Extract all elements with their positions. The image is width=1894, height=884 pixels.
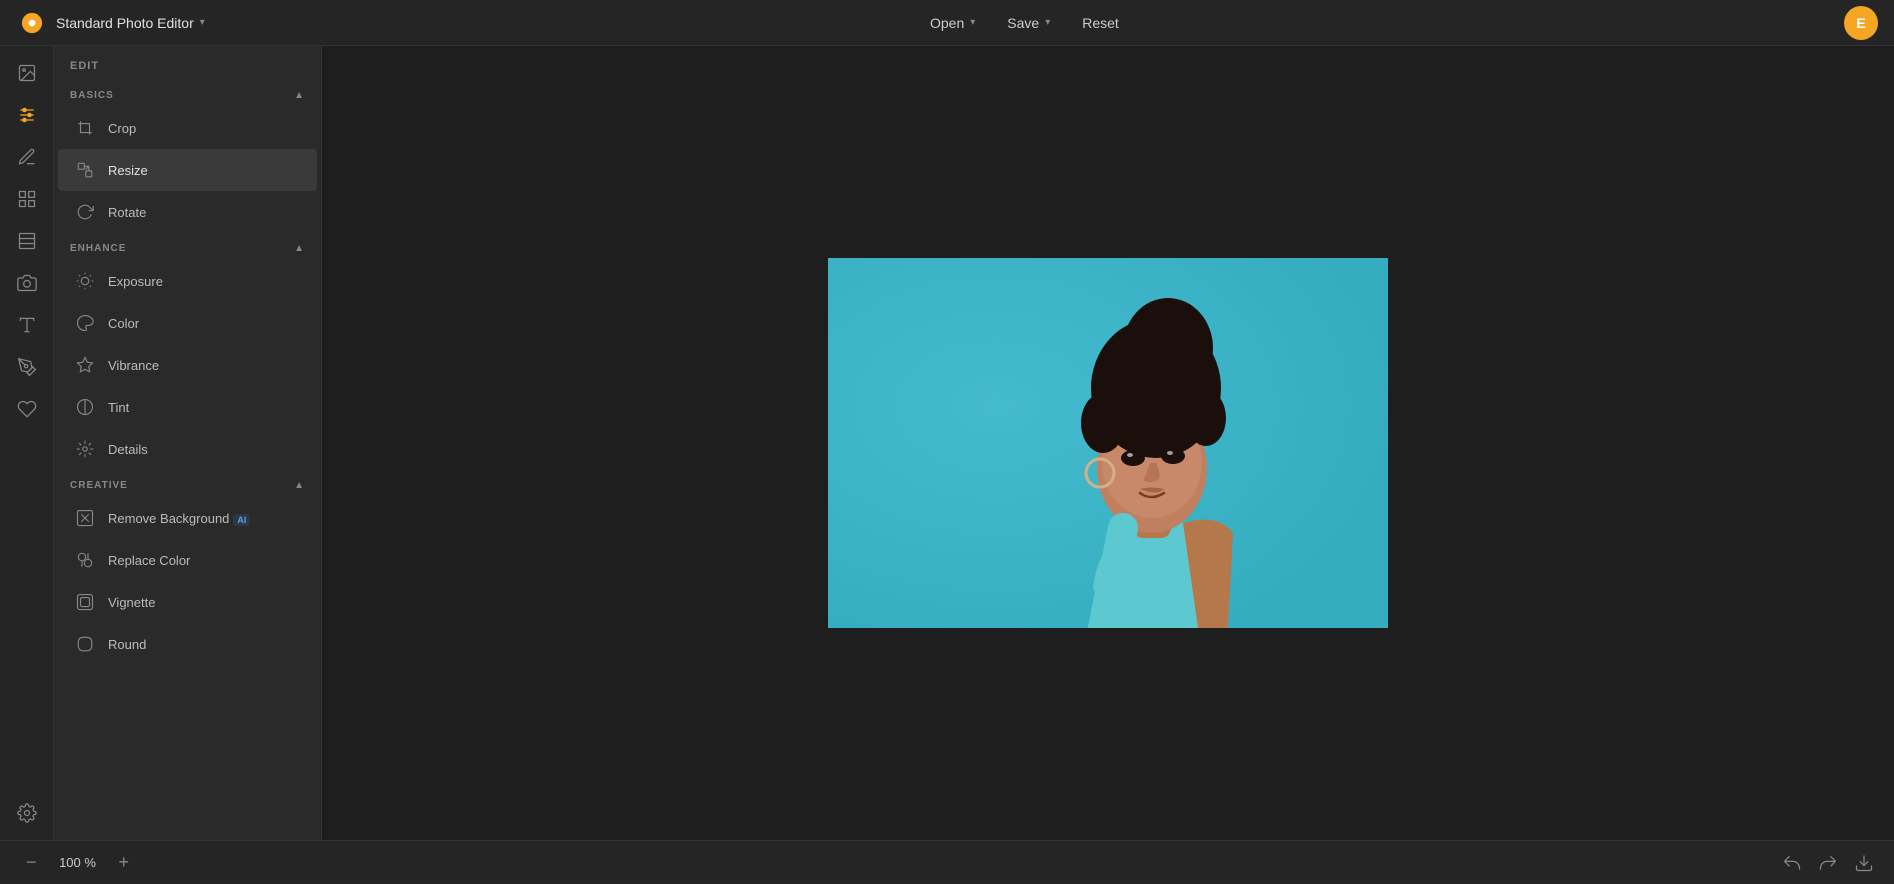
- reset-button[interactable]: Reset: [1072, 11, 1129, 35]
- resize-icon: [74, 159, 96, 181]
- download-button[interactable]: [1854, 853, 1874, 873]
- vibrance-label: Vibrance: [108, 358, 159, 373]
- title-group[interactable]: Standard Photo Editor ▾: [56, 15, 205, 31]
- round-label: Round: [108, 637, 146, 652]
- vibrance-icon: [74, 354, 96, 376]
- heart-sidebar-icon[interactable]: [8, 390, 46, 428]
- round-icon: [74, 633, 96, 655]
- rotate-icon: [74, 201, 96, 223]
- zoom-value: 100 %: [53, 855, 103, 870]
- color-tool[interactable]: Color: [58, 302, 317, 344]
- zoom-out-button[interactable]: −: [20, 850, 43, 875]
- crop-tool[interactable]: Crop: [58, 107, 317, 149]
- rotate-label: Rotate: [108, 205, 146, 220]
- remove-background-label: Remove BackgroundAI: [108, 511, 250, 526]
- rotate-tool[interactable]: Rotate: [58, 191, 317, 233]
- exposure-icon: [74, 270, 96, 292]
- camera-sidebar-icon[interactable]: [8, 264, 46, 302]
- enhance-section-header[interactable]: ENHANCE ▲: [54, 233, 321, 260]
- settings-sidebar-icon[interactable]: [8, 794, 46, 832]
- vignette-icon: [74, 591, 96, 613]
- basics-section-header[interactable]: BASICS ▲: [54, 80, 321, 107]
- tools-panel: EDIT BASICS ▲ Crop: [54, 46, 322, 840]
- grid-sidebar-icon[interactable]: [8, 180, 46, 218]
- main-area: EDIT BASICS ▲ Crop: [0, 46, 1894, 840]
- layers-sidebar-icon[interactable]: [8, 222, 46, 260]
- replace-color-tool[interactable]: Replace Color: [58, 539, 317, 581]
- remove-background-icon: [74, 507, 96, 529]
- open-button[interactable]: Open ▾: [920, 11, 985, 35]
- resize-tool[interactable]: Resize: [58, 149, 317, 191]
- exposure-label: Exposure: [108, 274, 163, 289]
- save-button[interactable]: Save ▾: [997, 11, 1060, 35]
- tint-icon: [74, 396, 96, 418]
- photo-canvas: [828, 258, 1388, 628]
- replace-color-icon: [74, 549, 96, 571]
- vignette-tool[interactable]: Vignette: [58, 581, 317, 623]
- brush-sidebar-icon[interactable]: [8, 138, 46, 176]
- enhance-collapse-icon: ▲: [294, 243, 305, 254]
- text-sidebar-icon[interactable]: [8, 306, 46, 344]
- image-sidebar-icon[interactable]: [8, 54, 46, 92]
- zoom-controls: − 100 % +: [20, 850, 135, 875]
- bottom-right-icons: [1782, 853, 1874, 873]
- round-tool[interactable]: Round: [58, 623, 317, 665]
- details-icon: [74, 438, 96, 460]
- topbar-center: Open ▾ Save ▾ Reset: [205, 11, 1844, 35]
- undo-button[interactable]: [1782, 853, 1802, 873]
- pen-sidebar-icon[interactable]: [8, 348, 46, 386]
- exposure-tool[interactable]: Exposure: [58, 260, 317, 302]
- canvas-area: [322, 46, 1894, 840]
- sliders-sidebar-icon[interactable]: [8, 96, 46, 134]
- app-logo[interactable]: [16, 7, 48, 39]
- details-label: Details: [108, 442, 148, 457]
- resize-label: Resize: [108, 163, 148, 178]
- redo-button[interactable]: [1818, 853, 1838, 873]
- creative-collapse-icon: ▲: [294, 480, 305, 491]
- vignette-label: Vignette: [108, 595, 155, 610]
- crop-icon: [74, 117, 96, 139]
- topbar: Standard Photo Editor ▾ Open ▾ Save ▾ Re…: [0, 0, 1894, 46]
- app-title: Standard Photo Editor: [56, 15, 194, 31]
- ai-badge: AI: [233, 514, 250, 526]
- tint-label: Tint: [108, 400, 129, 415]
- basics-collapse-icon: ▲: [294, 90, 305, 101]
- crop-label: Crop: [108, 121, 136, 136]
- icon-sidebar: [0, 46, 54, 840]
- panel-header: EDIT: [54, 46, 321, 80]
- replace-color-label: Replace Color: [108, 553, 190, 568]
- creative-section-header[interactable]: CREATIVE ▲: [54, 470, 321, 497]
- tint-tool[interactable]: Tint: [58, 386, 317, 428]
- color-icon: [74, 312, 96, 334]
- user-avatar[interactable]: E: [1844, 6, 1878, 40]
- remove-background-tool[interactable]: Remove BackgroundAI: [58, 497, 317, 539]
- zoom-in-button[interactable]: +: [113, 850, 136, 875]
- canvas-image: [828, 258, 1388, 628]
- color-label: Color: [108, 316, 139, 331]
- details-tool[interactable]: Details: [58, 428, 317, 470]
- bottom-bar: − 100 % +: [0, 840, 1894, 884]
- vibrance-tool[interactable]: Vibrance: [58, 344, 317, 386]
